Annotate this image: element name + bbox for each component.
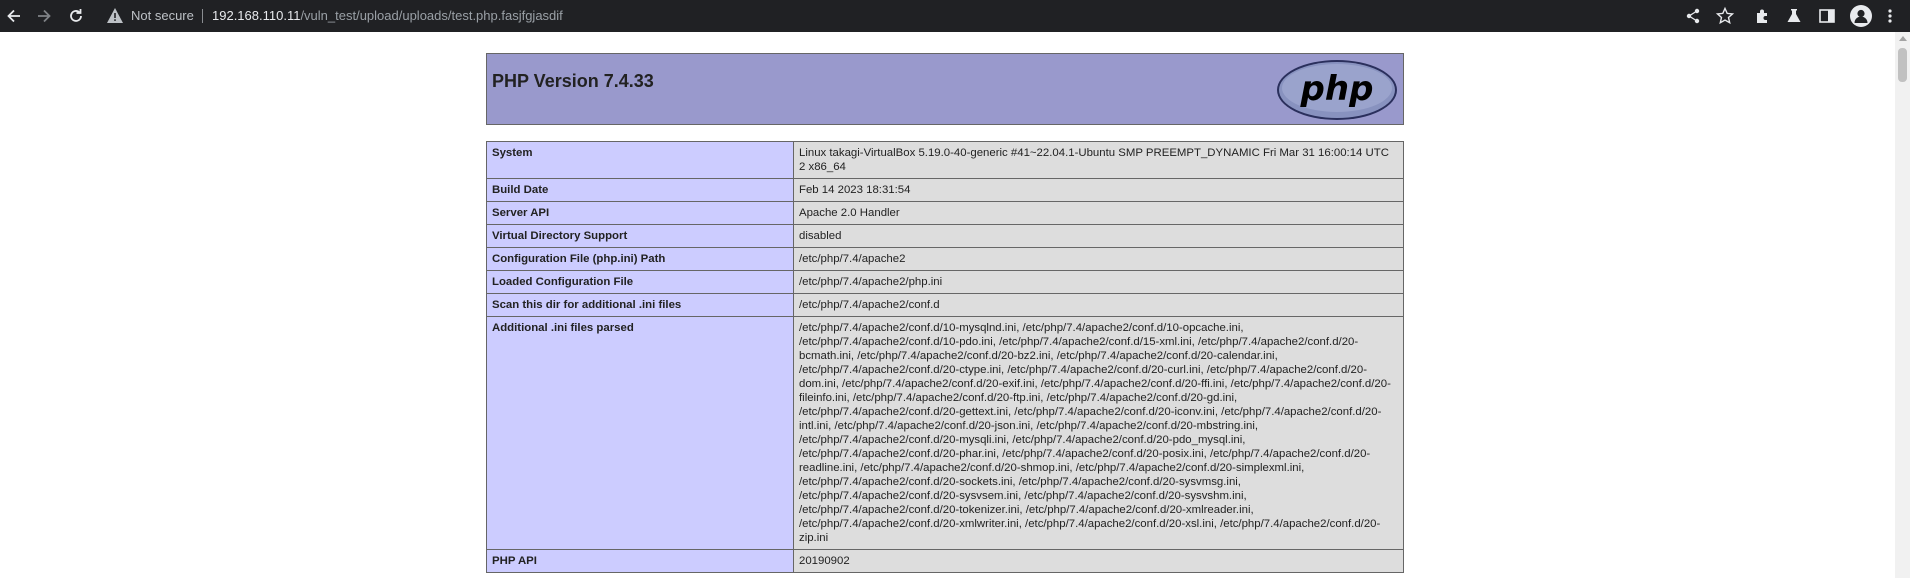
warning-icon[interactable] [106,7,124,29]
reload-icon[interactable] [66,6,86,26]
share-icon[interactable] [1683,6,1703,26]
row-value: /etc/php/7.4/apache2 [793,247,1404,271]
scroll-up-arrow-icon[interactable] [1899,36,1907,41]
php-logo[interactable]: php [1276,59,1398,126]
table-row: Scan this dir for additional .ini files /… [486,293,1404,317]
browser-toolbar: Not secure 192.168.110.11/vuln_test/uplo… [0,0,1910,32]
row-label: Server API [486,201,794,225]
row-value: Feb 14 2023 18:31:54 [793,178,1404,202]
table-row: Virtual Directory Support disabled [486,224,1404,248]
vertical-scrollbar[interactable] [1895,32,1910,578]
page-title: PHP Version 7.4.33 [492,71,654,91]
php-logo-text: php [1300,69,1374,109]
forward-arrow-icon[interactable] [34,6,54,26]
scrollbar-thumb[interactable] [1898,48,1907,82]
back-arrow-icon[interactable] [4,6,24,26]
phpinfo-header: PHP Version 7.4.33 php [486,53,1404,125]
table-row: System Linux takagi-VirtualBox 5.19.0-40-… [486,141,1404,179]
row-value: /etc/php/7.4/apache2/conf.d/10-mysqlnd.i… [793,316,1404,550]
row-value: disabled [793,224,1404,248]
row-label: Build Date [486,178,794,202]
row-label: Additional .ini files parsed [486,316,794,550]
row-value: /etc/php/7.4/apache2/php.ini [793,270,1404,294]
table-row: Server API Apache 2.0 Handler [486,201,1404,225]
url-path: /vuln_test/upload/uploads/test.php.fasjf… [300,8,563,23]
row-label: System [486,141,794,179]
phpinfo-table: System Linux takagi-VirtualBox 5.19.0-40-… [486,141,1404,573]
table-row: Configuration File (php.ini) Path/etc/ph… [486,247,1404,271]
url-host: 192.168.110.11 [212,8,301,23]
row-value: Apache 2.0 Handler [793,201,1404,225]
row-label: Virtual Directory Support [486,224,794,248]
divider [202,9,203,23]
table-row: PHP API 20190902 [486,549,1404,573]
row-label: Scan this dir for additional .ini files [486,293,794,317]
labs-flask-icon[interactable] [1784,6,1804,26]
row-value: 20190902 [793,549,1404,573]
table-row: Build Date Feb 14 2023 18:31:54 [486,178,1404,202]
row-label: PHP API [486,549,794,573]
security-status-label[interactable]: Not secure [131,8,194,23]
table-row: Additional .ini files parsed/etc/php/7.4… [486,316,1404,550]
side-panel-icon[interactable] [1817,6,1837,26]
menu-kebab-icon[interactable] [1880,6,1900,26]
table-row: Loaded Configuration File/etc/php/7.4/ap… [486,270,1404,294]
profile-avatar-icon[interactable] [1850,5,1872,27]
row-value: Linux takagi-VirtualBox 5.19.0-40-generi… [793,141,1404,179]
extensions-puzzle-icon[interactable] [1753,6,1773,26]
bookmark-star-icon[interactable] [1715,6,1735,26]
row-value: /etc/php/7.4/apache2/conf.d [793,293,1404,317]
row-label: Configuration File (php.ini) Path [486,247,794,271]
row-label: Loaded Configuration File [486,270,794,294]
address-bar[interactable]: 192.168.110.11/vuln_test/upload/uploads/… [212,8,563,23]
